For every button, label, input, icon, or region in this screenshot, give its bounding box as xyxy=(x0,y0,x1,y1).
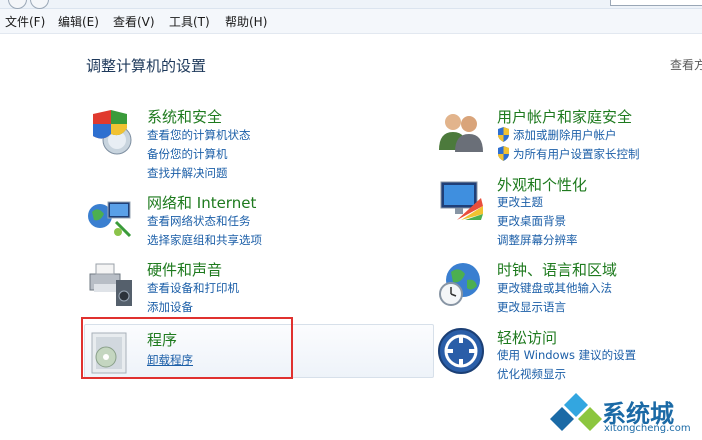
link-recommended-settings[interactable]: 使用 Windows 建议的设置 xyxy=(497,347,636,363)
back-button[interactable] xyxy=(8,0,27,9)
uac-shield-icon xyxy=(498,146,509,161)
programs-highlight-frame xyxy=(81,317,293,379)
link-devices-printers[interactable]: 查看设备和打印机 xyxy=(147,280,239,296)
menu-help[interactable]: 帮助(H) xyxy=(225,13,267,30)
monitor-palette-icon[interactable] xyxy=(437,176,485,224)
ease-of-access-icon[interactable] xyxy=(437,327,485,375)
users-icon[interactable] xyxy=(437,108,485,156)
link-view-status[interactable]: 查看您的计算机状态 xyxy=(147,127,251,143)
window-top-strip xyxy=(0,0,702,9)
link-display-language[interactable]: 更改显示语言 xyxy=(497,299,566,315)
uac-shield-icon xyxy=(498,127,509,142)
menu-file[interactable]: 文件(F) xyxy=(5,13,45,30)
view-by-label[interactable]: 查看方 xyxy=(670,56,702,73)
link-backup[interactable]: 备份您的计算机 xyxy=(147,146,228,162)
link-optimize-display[interactable]: 优化视频显示 xyxy=(497,366,566,382)
link-homegroup[interactable]: 选择家庭组和共享选项 xyxy=(147,232,262,248)
category-title[interactable]: 系统和安全 xyxy=(147,106,222,127)
link-troubleshoot[interactable]: 查找并解决问题 xyxy=(147,165,228,181)
network-globe-icon[interactable] xyxy=(86,192,134,240)
category-title[interactable]: 轻松访问 xyxy=(497,327,557,348)
category-title[interactable]: 外观和个性化 xyxy=(497,174,587,195)
shield-computer-icon[interactable] xyxy=(87,108,135,156)
menu-edit[interactable]: 编辑(E) xyxy=(58,13,99,30)
search-box[interactable] xyxy=(610,0,702,6)
watermark-url: xitongcheng.com xyxy=(604,423,691,434)
link-desktop-background[interactable]: 更改桌面背景 xyxy=(497,213,566,229)
category-title[interactable]: 网络和 Internet xyxy=(147,192,256,213)
printer-speaker-icon[interactable] xyxy=(86,260,134,308)
category-title[interactable]: 时钟、语言和区域 xyxy=(497,259,617,280)
link-parental-controls[interactable]: 为所有用户设置家长控制 xyxy=(513,146,640,162)
link-network-status[interactable]: 查看网络状态和任务 xyxy=(147,213,251,229)
page-title: 调整计算机的设置 xyxy=(86,57,207,75)
link-change-theme[interactable]: 更改主题 xyxy=(497,194,543,210)
menu-view[interactable]: 查看(V) xyxy=(113,13,155,30)
link-add-remove-users[interactable]: 添加或删除用户帐户 xyxy=(513,127,617,143)
globe-clock-icon[interactable] xyxy=(437,260,485,308)
link-keyboard-input[interactable]: 更改键盘或其他输入法 xyxy=(497,280,612,296)
category-title[interactable]: 硬件和声音 xyxy=(147,259,222,280)
category-title[interactable]: 用户帐户和家庭安全 xyxy=(497,106,632,127)
menu-bar: 文件(F) 编辑(E) 查看(V) 工具(T) 帮助(H) xyxy=(0,9,702,34)
link-add-device[interactable]: 添加设备 xyxy=(147,299,193,315)
menu-tools[interactable]: 工具(T) xyxy=(169,13,210,30)
forward-button[interactable] xyxy=(30,0,49,9)
link-screen-resolution[interactable]: 调整屏幕分辨率 xyxy=(497,232,578,248)
